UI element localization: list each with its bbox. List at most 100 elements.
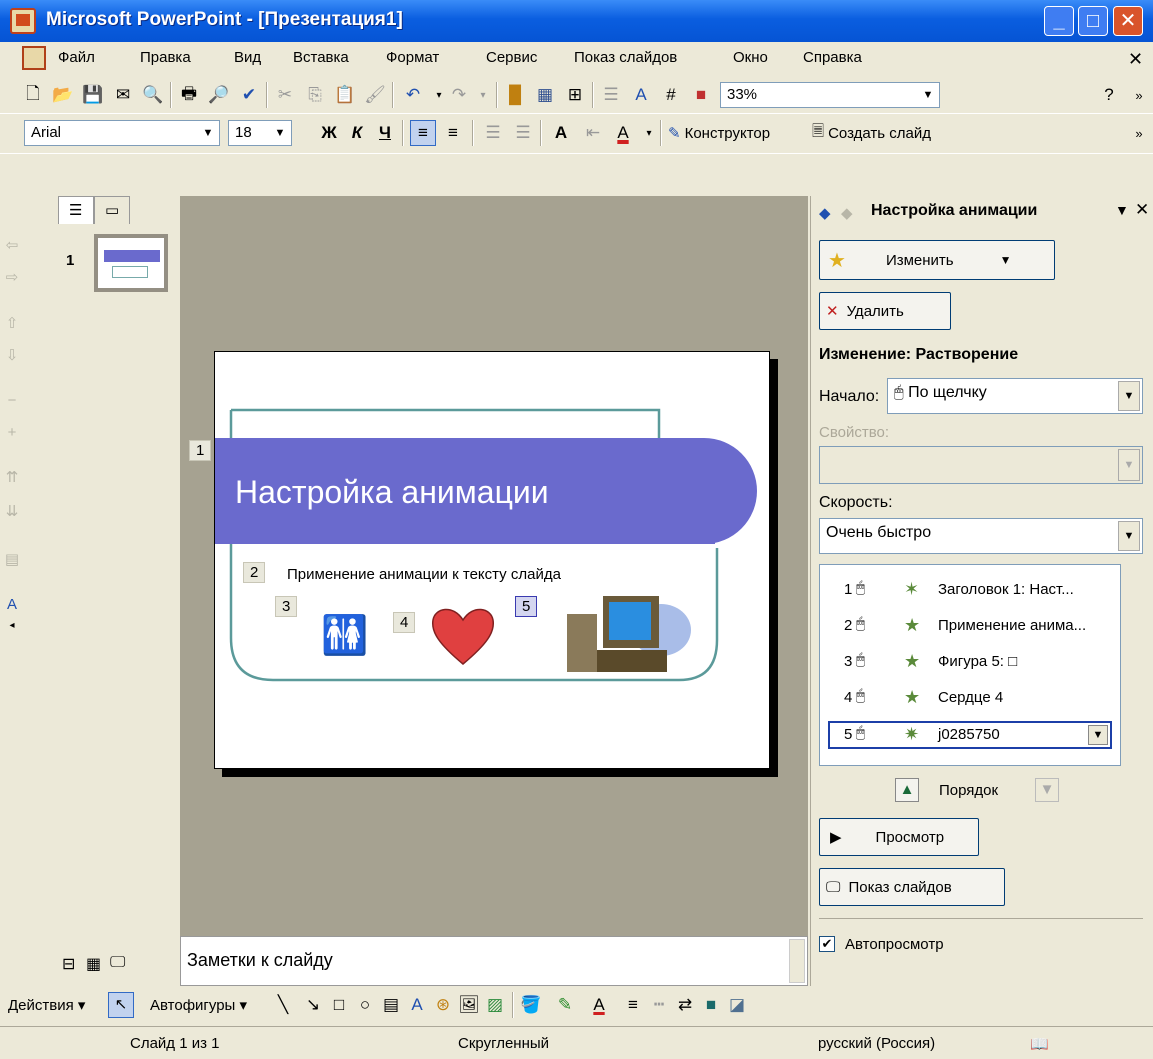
- arrow-style-icon[interactable]: ⇄: [672, 992, 698, 1018]
- bullets-icon[interactable]: ☰: [510, 120, 536, 146]
- picture-icon[interactable]: ▨: [482, 992, 508, 1018]
- diagram-icon[interactable]: ⊛: [430, 992, 456, 1018]
- print-icon[interactable]: 🖶: [176, 82, 202, 108]
- font-color-icon[interactable]: A: [610, 120, 636, 146]
- copy-icon[interactable]: ⎘: [302, 82, 328, 108]
- font-color-dropdown-icon[interactable]: ▾: [636, 120, 662, 146]
- powerpoint-app-icon[interactable]: [10, 8, 36, 34]
- document-icon[interactable]: [22, 46, 46, 70]
- animation-item-selected[interactable]: 5 🖱 ✷ j0285750 ▼: [828, 721, 1112, 749]
- notes-pane[interactable]: Заметки к слайду: [180, 936, 808, 986]
- table-icon[interactable]: ▦: [532, 82, 558, 108]
- expand-icon[interactable]: +: [3, 424, 21, 442]
- show-formatting-icon[interactable]: A: [628, 82, 654, 108]
- wordart-icon[interactable]: A: [404, 992, 430, 1018]
- tab-slides[interactable]: ▭: [94, 196, 130, 224]
- expand-all-icon[interactable]: ⇊: [3, 502, 21, 520]
- task-pane-close-icon[interactable]: ✕: [1135, 200, 1149, 220]
- font-select[interactable]: Arial ▼: [24, 120, 220, 146]
- computer-clipart-icon[interactable]: [561, 590, 691, 676]
- increase-font-icon[interactable]: A: [548, 120, 574, 146]
- permission-icon[interactable]: ✉: [110, 82, 136, 108]
- open-icon[interactable]: 📂: [50, 82, 76, 108]
- numbering-icon[interactable]: ☰: [480, 120, 506, 146]
- chevron-down-icon[interactable]: ▼: [1088, 725, 1108, 745]
- animation-item[interactable]: 1 🖱 ✶ Заголовок 1: Наст...: [828, 577, 1112, 605]
- menu-edit[interactable]: Правка: [140, 49, 191, 66]
- line-style-icon[interactable]: ≡: [620, 992, 646, 1018]
- toolbar-options-icon[interactable]: »: [1126, 82, 1152, 108]
- align-left-icon[interactable]: ≡: [410, 120, 436, 146]
- bold-button[interactable]: Ж: [316, 120, 342, 146]
- normal-view-icon[interactable]: ⊟: [62, 954, 75, 974]
- expand-all-icon[interactable]: ☰: [598, 82, 624, 108]
- redo-icon[interactable]: ↷: [446, 82, 472, 108]
- move-up-icon[interactable]: ⇧: [3, 314, 21, 332]
- search-icon[interactable]: 🔍: [140, 82, 166, 108]
- slide-title[interactable]: Настройка анимации: [235, 474, 549, 511]
- slideshow-button[interactable]: 🖵 Показ слайдов: [819, 868, 1005, 906]
- spelling-icon[interactable]: ✔: [236, 82, 262, 108]
- shadow-icon[interactable]: ■: [698, 992, 724, 1018]
- fill-color-icon[interactable]: 🪣: [518, 992, 544, 1018]
- arrow-icon[interactable]: ↘: [300, 992, 326, 1018]
- save-icon[interactable]: 💾: [80, 82, 106, 108]
- grid-icon[interactable]: #: [658, 82, 684, 108]
- animation-item[interactable]: 3 🖱 ★ Фигура 5: □: [828, 649, 1112, 677]
- task-pane-menu-icon[interactable]: ▼: [1115, 202, 1129, 218]
- maximize-button[interactable]: □: [1078, 6, 1108, 36]
- menu-view[interactable]: Вид: [234, 49, 261, 66]
- heart-shape-icon[interactable]: [429, 604, 497, 668]
- slide-subtitle[interactable]: Применение анимации к тексту слайда: [287, 566, 561, 583]
- animation-item[interactable]: 4 🖱 ★ Сердце 4: [828, 685, 1112, 713]
- collapse-icon[interactable]: −: [3, 392, 21, 410]
- textbox-icon[interactable]: ▤: [378, 992, 404, 1018]
- paste-icon[interactable]: 📋: [332, 82, 358, 108]
- undo-icon[interactable]: ↶: [400, 82, 426, 108]
- start-select[interactable]: 🖱 По щелчку ▼: [887, 378, 1143, 414]
- menu-insert[interactable]: Вставка: [293, 49, 349, 66]
- slide-canvas[interactable]: Настройка анимации 1 2 Применение анимац…: [189, 351, 770, 769]
- italic-button[interactable]: К: [344, 120, 370, 146]
- toolbar-options-icon[interactable]: »: [1126, 120, 1152, 146]
- dash-style-icon[interactable]: ┅: [646, 992, 672, 1018]
- menu-window[interactable]: Окно: [733, 49, 768, 66]
- animation-item[interactable]: 2 🖱 ★ Применение анима...: [828, 613, 1112, 641]
- print-preview-icon[interactable]: 🔎: [206, 82, 232, 108]
- font-size-select[interactable]: 18 ▼: [228, 120, 292, 146]
- move-up-order-icon[interactable]: ▲: [895, 778, 919, 802]
- people-clipart-icon[interactable]: 🚻: [321, 614, 368, 658]
- rectangle-icon[interactable]: □: [326, 992, 352, 1018]
- tab-outline[interactable]: ☰: [58, 196, 94, 224]
- preview-button[interactable]: ▶ Просмотр: [819, 818, 979, 856]
- menu-file[interactable]: Файл: [58, 49, 95, 66]
- demote-icon[interactable]: ⇨: [3, 268, 21, 286]
- show-formatting-icon[interactable]: A: [3, 596, 21, 614]
- autopreview-checkbox[interactable]: ✔: [819, 936, 835, 952]
- speed-select[interactable]: Очень быстро ▼: [819, 518, 1143, 554]
- line-icon[interactable]: ╲: [270, 992, 296, 1018]
- promote-icon[interactable]: ⇦: [3, 236, 21, 254]
- format-painter-icon[interactable]: 🖌: [362, 82, 388, 108]
- move-down-order-icon[interactable]: ▼: [1035, 778, 1059, 802]
- decrease-indent-icon[interactable]: ⇤: [580, 120, 606, 146]
- new-slide-button[interactable]: 🗏 Создать слайд: [812, 120, 992, 146]
- summary-slide-icon[interactable]: ▤: [3, 550, 21, 568]
- slideshow-view-icon[interactable]: 🖵: [110, 954, 125, 972]
- collapse-all-icon[interactable]: ⇈: [3, 468, 21, 486]
- menu-tools[interactable]: Сервис: [486, 49, 537, 66]
- underline-button[interactable]: Ч: [372, 120, 398, 146]
- cut-icon[interactable]: ✂: [272, 82, 298, 108]
- back-arrow-icon[interactable]: ◆: [819, 204, 831, 222]
- select-pointer-icon[interactable]: ↖: [108, 992, 134, 1018]
- zoom-select[interactable]: 33% ▼: [720, 82, 940, 108]
- actions-menu[interactable]: Действия ▾: [8, 996, 85, 1014]
- change-button[interactable]: ★ Изменить ▼: [819, 240, 1055, 280]
- designer-button[interactable]: ✎ Конструктор: [668, 120, 808, 146]
- menu-slideshow[interactable]: Показ слайдов: [574, 49, 677, 66]
- autoshapes-menu[interactable]: Автофигуры ▾: [150, 996, 247, 1014]
- help-icon[interactable]: ?: [1096, 82, 1122, 108]
- notes-scrollbar[interactable]: [789, 939, 805, 983]
- close-button[interactable]: ✕: [1113, 6, 1143, 36]
- delete-button[interactable]: ✕ Удалить: [819, 292, 951, 330]
